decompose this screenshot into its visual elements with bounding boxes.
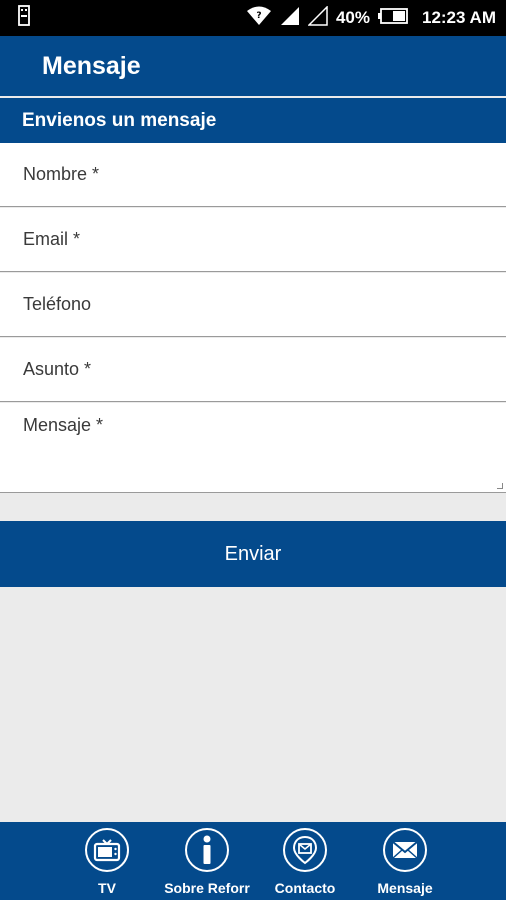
clock: 12:23 AM (421, 8, 496, 27)
nav-item-tv[interactable]: TV (52, 828, 162, 898)
nav-label-about: Sobre Reforr (164, 880, 250, 896)
signal-empty-icon (307, 4, 328, 31)
nav-label-contact: Contacto (274, 880, 336, 896)
email-field[interactable] (23, 229, 483, 250)
svg-text:?: ? (256, 11, 261, 21)
phone-field[interactable] (23, 294, 483, 315)
page-title: Mensaje (42, 51, 141, 80)
tv-icon (85, 828, 129, 872)
battery-percent: 40% (335, 8, 370, 27)
contact-icon (283, 828, 327, 872)
wifi-icon: ? (246, 5, 272, 32)
email-field-container (0, 208, 506, 272)
nav-label-tv: TV (98, 880, 116, 896)
phone-field-container (0, 273, 506, 337)
info-icon (185, 828, 229, 872)
section-header: Envienos un mensaje (0, 98, 506, 143)
resize-handle[interactable] (497, 483, 503, 489)
app-bar: Mensaje (0, 36, 506, 96)
nav-label-message: Mensaje (377, 880, 433, 896)
nav-item-about[interactable]: Sobre Reforr (152, 828, 262, 898)
nav-item-message[interactable]: Mensaje (350, 828, 460, 898)
message-field[interactable] (23, 415, 483, 457)
name-field-container (0, 143, 506, 207)
status-bar: ? 40% 12:23 AM (0, 0, 506, 36)
subject-field[interactable] (23, 359, 483, 380)
usb-icon (14, 4, 34, 32)
nav-item-contact[interactable]: Contacto (250, 828, 360, 898)
bottom-nav: TV Sobre Reforr Contacto Mensaje (0, 822, 506, 900)
subject-field-container (0, 338, 506, 402)
mail-icon (383, 828, 427, 872)
signal-icon (280, 6, 300, 31)
section-title: Envienos un mensaje (22, 109, 217, 131)
battery-icon (377, 7, 408, 29)
send-button[interactable]: Enviar (0, 521, 506, 587)
name-field[interactable] (23, 164, 483, 185)
message-field-container (0, 403, 506, 493)
